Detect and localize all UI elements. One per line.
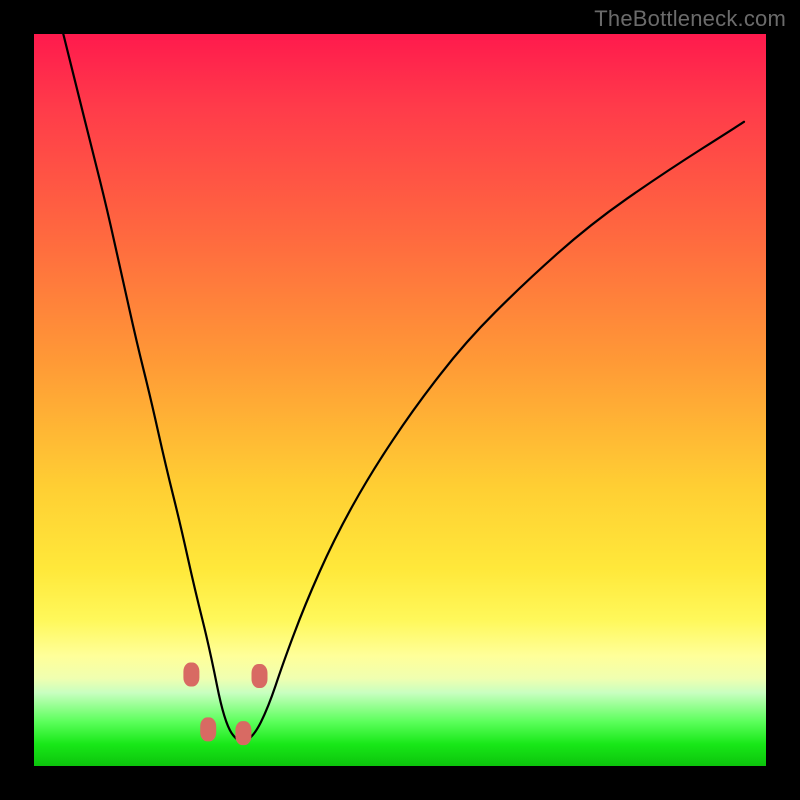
bead-marker xyxy=(235,721,251,745)
bead-marker xyxy=(183,663,199,687)
bead-marker xyxy=(200,717,216,741)
outer-frame: TheBottleneck.com xyxy=(0,0,800,800)
bottleneck-curve xyxy=(63,34,744,741)
curve-svg xyxy=(34,34,766,766)
plot-area xyxy=(34,34,766,766)
bead-marker xyxy=(252,664,268,688)
watermark-text: TheBottleneck.com xyxy=(594,6,786,32)
